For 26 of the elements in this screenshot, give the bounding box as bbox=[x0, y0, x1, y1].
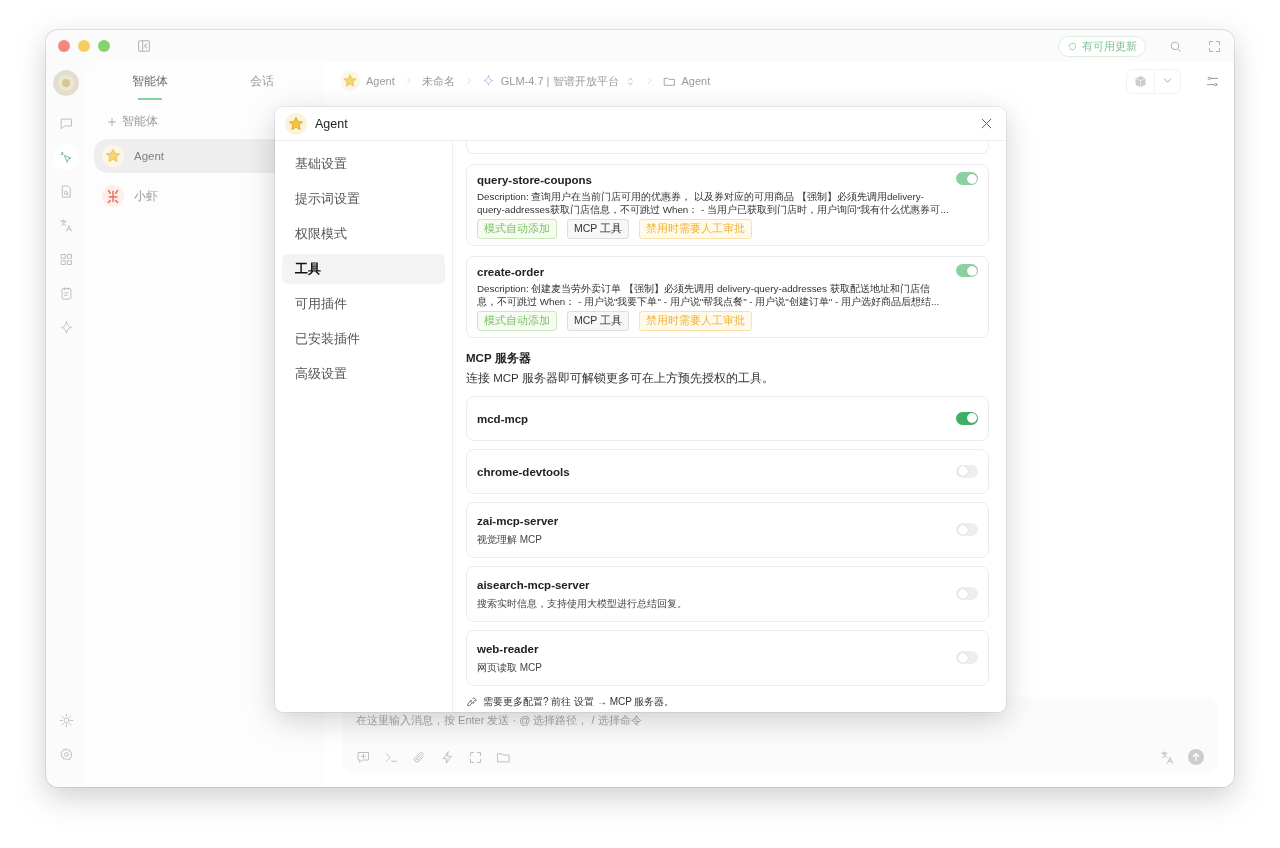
tool-description: query-addresses获取门店信息，不可跳过 When： - 当用户已获取到门店时，用户询问"我有什么优惠券可... bbox=[477, 203, 950, 216]
section-subtitle: 连接 MCP 服务器即可解锁更多可在上方预先授权的工具。 bbox=[466, 371, 775, 386]
agent-name: 小虾 bbox=[134, 188, 158, 204]
agent-name: Agent bbox=[134, 150, 165, 162]
tool-name: create-order bbox=[477, 265, 545, 280]
server-name: zai-mcp-server bbox=[477, 514, 559, 529]
tool-tag: 模式自动添加 bbox=[477, 311, 557, 331]
dialog-title: Agent bbox=[315, 116, 348, 131]
server-name: web-reader bbox=[477, 642, 539, 657]
tool-tag: 禁用时需要人工审批 bbox=[639, 311, 753, 331]
section-title: MCP 服务器 bbox=[466, 351, 532, 366]
server-name: aisearch-mcp-server bbox=[477, 578, 590, 593]
tool-tag: MCP 工具 bbox=[567, 219, 630, 239]
tool-description: Description: 创建麦当劳外卖订单 【强制】必须先调用 delivery-query-addresses 获取配送地址和门店信 bbox=[477, 282, 931, 295]
server-description: 网页读取 MCP bbox=[477, 661, 543, 675]
tool-tag: 模式自动添加 bbox=[477, 219, 557, 239]
tool-description: Description: 查询用户在当前门店可用的优惠券， 以及券对应的可用商品 【强制】必须先调用delivery- bbox=[477, 190, 925, 203]
server-description: 搜索实时信息，支持使用大模型进行总结回复。 bbox=[477, 597, 688, 611]
tool-name: query-store-coupons bbox=[477, 173, 592, 188]
server-name: chrome-devtools bbox=[477, 464, 570, 480]
server-name: mcd-mcp bbox=[477, 411, 529, 427]
server-description: 视觉理解 MCP bbox=[477, 533, 543, 547]
tool-tag: 禁用时需要人工审批 bbox=[639, 219, 753, 239]
tool-tag: MCP 工具 bbox=[567, 311, 630, 331]
tool-description: 息，不可跳过 When： - 用户说"我要下单" - 用户说"帮我点餐" - 用户说"创建订单" - 用户选好商品后想结... bbox=[477, 295, 941, 308]
settings-hint: 需要更多配置? 前往 设置 → MCP 服务器。 bbox=[483, 695, 675, 709]
